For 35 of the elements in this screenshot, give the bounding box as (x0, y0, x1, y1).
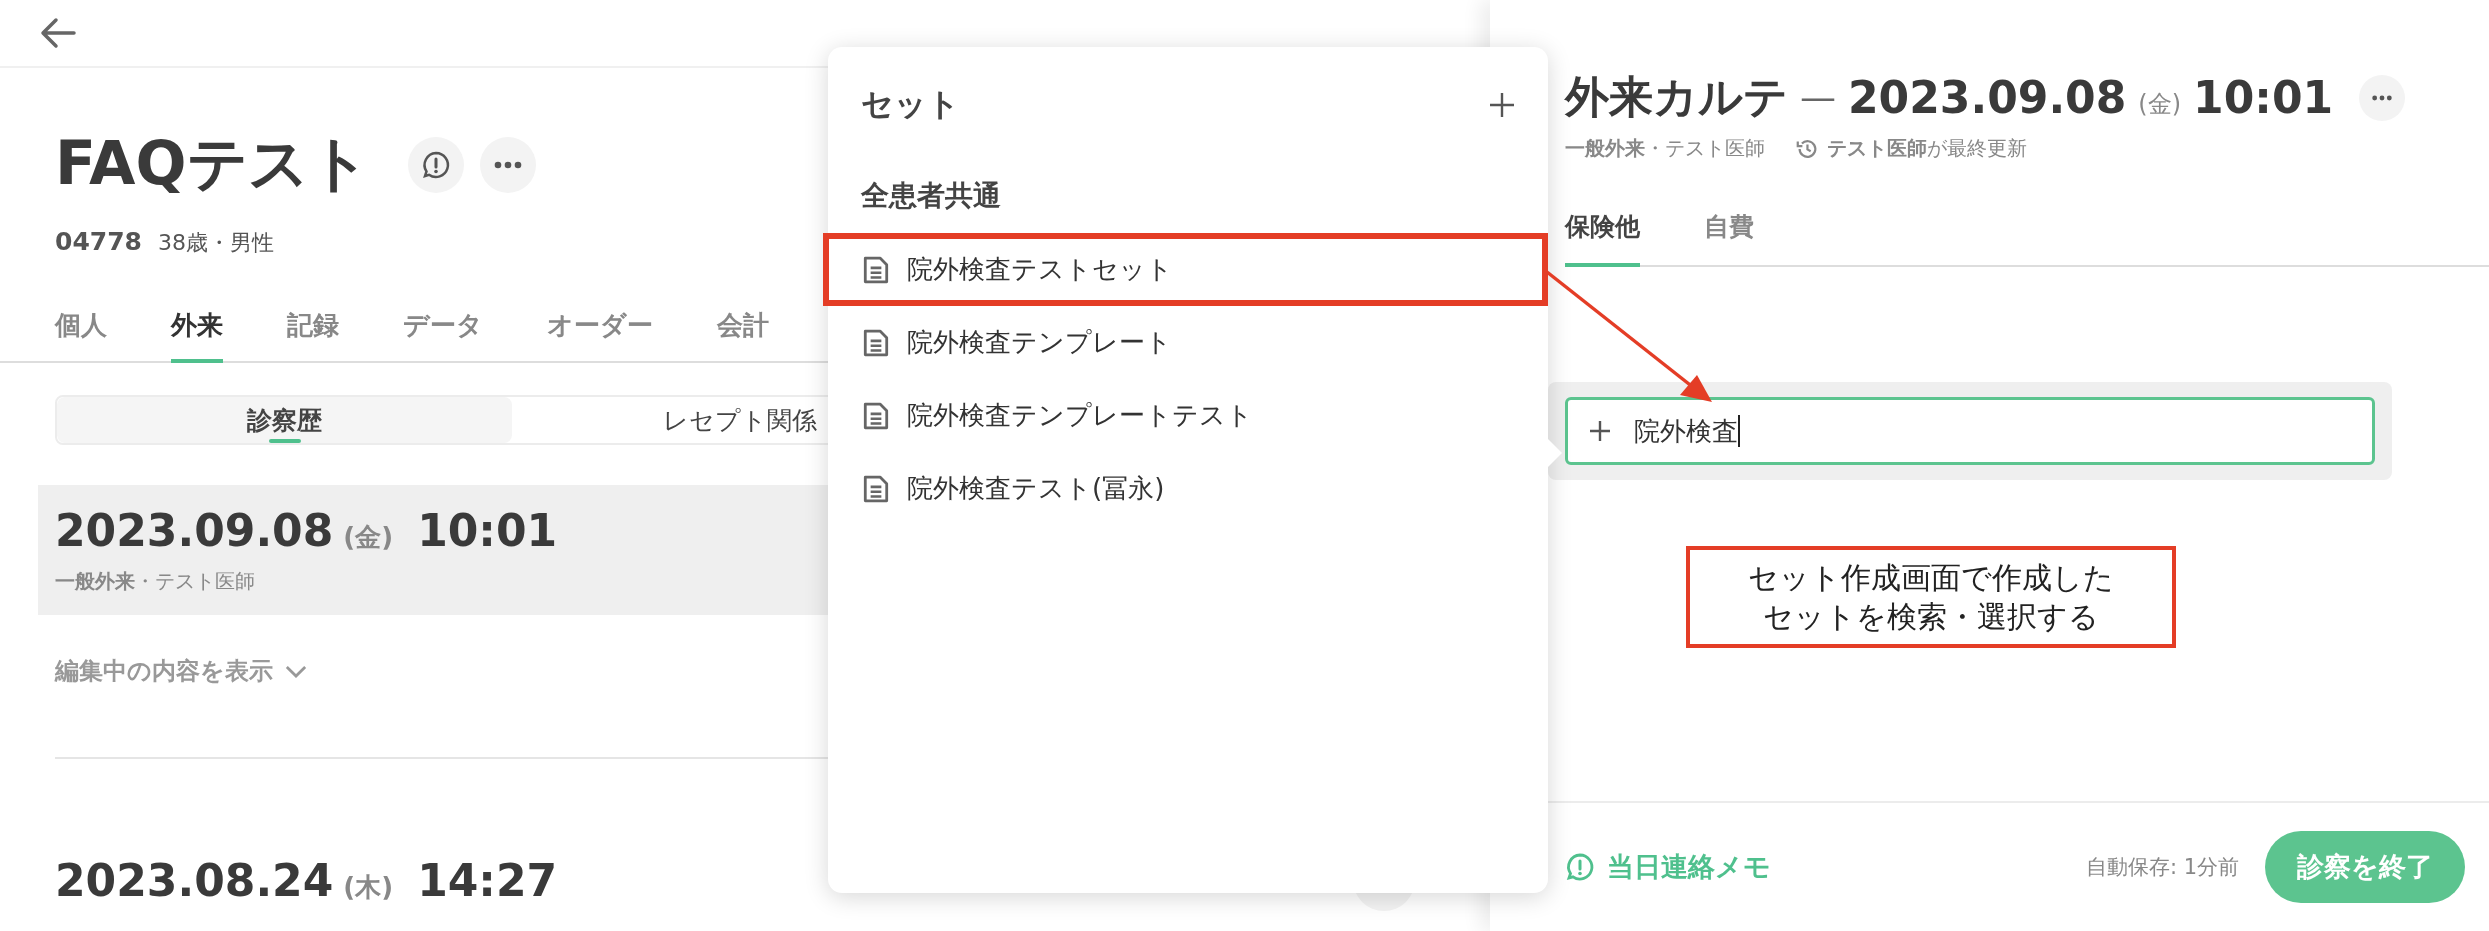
title-dash: — (1800, 77, 1836, 118)
tab[interactable]: オーダー (547, 300, 653, 364)
chart-weekday: (金) (2138, 88, 2182, 120)
patient-name: FAQテスト (55, 127, 370, 201)
set-menu-item[interactable]: 院外検査テンプレートテスト (823, 379, 1548, 452)
chart-title: 外来カルテ (1565, 70, 1788, 124)
tab[interactable]: 保険他 (1565, 202, 1640, 267)
group-heading: 全患者共通 (860, 178, 1002, 214)
tab[interactable]: 自費 (1704, 202, 1754, 267)
patient-id: 04778 (55, 227, 142, 257)
menu-title: セット (861, 84, 960, 125)
chart-date: 2023.09.08 (1848, 72, 2127, 123)
visit-weekday: (金) (343, 521, 394, 554)
visit-detail: 一般外来・テスト医師 (55, 568, 256, 595)
visit-date: 2023.09.08 (55, 505, 334, 556)
chart-detail: 一般外来・テスト医師 (1565, 135, 1765, 162)
visit-weekday: (木) (343, 870, 394, 904)
tab[interactable]: 記録 (287, 300, 339, 364)
tab[interactable]: 会計 (717, 300, 769, 364)
tab[interactable]: 個人 (55, 300, 107, 364)
visit-time: 14:27 (417, 854, 558, 906)
autosave-status: 自動保存: 1分前 (2085, 854, 2239, 881)
set-menu-item[interactable]: 院外検査テンプレート (823, 306, 1548, 379)
visit-date: 2023.08.24 (55, 854, 334, 906)
segment-tab[interactable]: 診察歴 (57, 397, 512, 443)
search-field[interactable]: 院外検査 (1565, 397, 2375, 465)
patient-age-sex: 38歳・男性 (158, 229, 274, 258)
tab[interactable]: 外来 (171, 300, 223, 364)
chart-time: 10:01 (2193, 72, 2334, 123)
visit-time: 10:01 (417, 505, 558, 556)
set-menu-item[interactable]: 院外検査テストセット (823, 233, 1548, 306)
tab[interactable]: データ (403, 300, 483, 364)
last-updated: テスト医師が最終更新 (1827, 135, 2027, 162)
annotation-text: セットを検索・選択する (1763, 598, 2099, 636)
annotation-text: セット作成画面で作成した (1748, 559, 2114, 597)
